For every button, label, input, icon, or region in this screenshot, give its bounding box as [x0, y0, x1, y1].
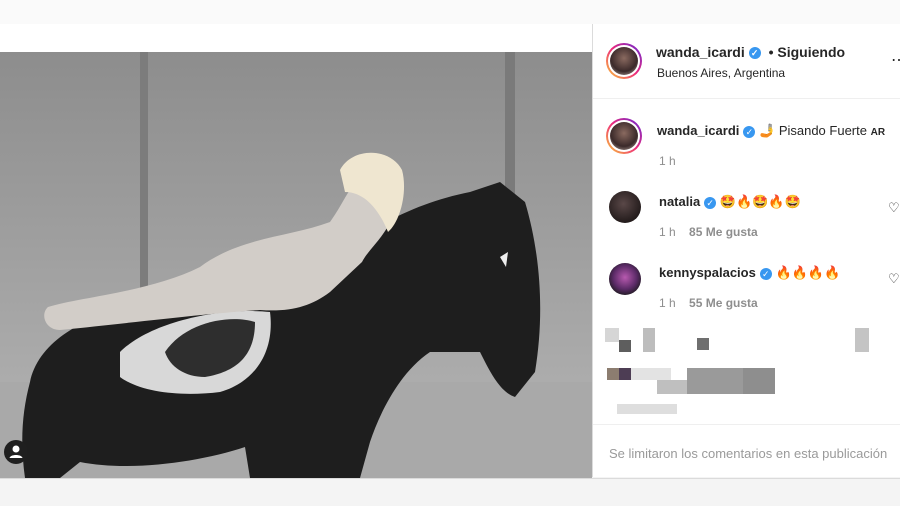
- verified-icon: ✓: [759, 267, 772, 280]
- bottom-bar: [0, 478, 900, 506]
- caption: wanda_icardi ✓ 🤳 Pisando Fuerte AR: [657, 123, 885, 139]
- comment-likes[interactable]: 85 Me gusta: [689, 225, 758, 239]
- top-bar: [0, 0, 900, 25]
- caption-username[interactable]: wanda_icardi: [657, 123, 739, 138]
- comments-limited-notice: Se limitaron los comentarios en esta pub…: [609, 446, 888, 461]
- comment-avatar[interactable]: [609, 263, 641, 295]
- more-icon[interactable]: ⋯: [891, 50, 900, 70]
- following-label[interactable]: • Siguiendo: [769, 44, 845, 60]
- comment: natalia ✓ 🤩🔥🤩🔥🤩: [659, 194, 801, 210]
- post-sidebar: wanda_icardi ✓ • Siguiendo Buenos Aires, …: [593, 24, 900, 477]
- comment-meta: 1 h 85 Me gusta: [659, 225, 758, 239]
- author-avatar[interactable]: [606, 43, 642, 79]
- comment-username[interactable]: natalia: [659, 194, 700, 209]
- comment-username[interactable]: kennyspalacios: [659, 265, 756, 280]
- country-code: AR: [870, 127, 886, 138]
- comment-text: 🤩🔥🤩🔥🤩: [719, 194, 801, 209]
- post-image[interactable]: [0, 52, 592, 478]
- verified-icon: ✓: [743, 125, 756, 138]
- user-icon: [9, 445, 23, 458]
- comment-time[interactable]: 1 h: [659, 296, 676, 310]
- comment-likes[interactable]: 55 Me gusta: [689, 296, 758, 310]
- caption-avatar[interactable]: [606, 118, 642, 154]
- footer-divider: [593, 424, 900, 425]
- comment-avatar[interactable]: [609, 191, 641, 223]
- caption-time[interactable]: 1 h: [659, 154, 676, 168]
- comment-time[interactable]: 1 h: [659, 225, 676, 239]
- comment: kennyspalacios ✓ 🔥🔥🔥🔥: [659, 265, 840, 281]
- header-divider: [593, 98, 900, 99]
- verified-icon: ✓: [748, 47, 761, 60]
- comment-meta: 1 h 55 Me gusta: [659, 296, 758, 310]
- user-tag-button[interactable]: [4, 440, 28, 464]
- author-header: wanda_icardi ✓ • Siguiendo: [656, 44, 845, 60]
- caption-text: Pisando Fuerte: [778, 123, 867, 138]
- heart-icon[interactable]: ♡: [888, 200, 900, 216]
- heart-icon[interactable]: ♡: [888, 271, 900, 287]
- post-container: wanda_icardi ✓ • Siguiendo Buenos Aires, …: [0, 24, 900, 478]
- caption-emoji: 🤳: [759, 123, 776, 138]
- comment-text: 🔥🔥🔥🔥: [775, 265, 841, 280]
- verified-icon: ✓: [704, 196, 717, 209]
- location-label[interactable]: Buenos Aires, Argentina: [657, 66, 785, 80]
- author-username[interactable]: wanda_icardi: [656, 44, 745, 60]
- post-photo: [0, 52, 592, 478]
